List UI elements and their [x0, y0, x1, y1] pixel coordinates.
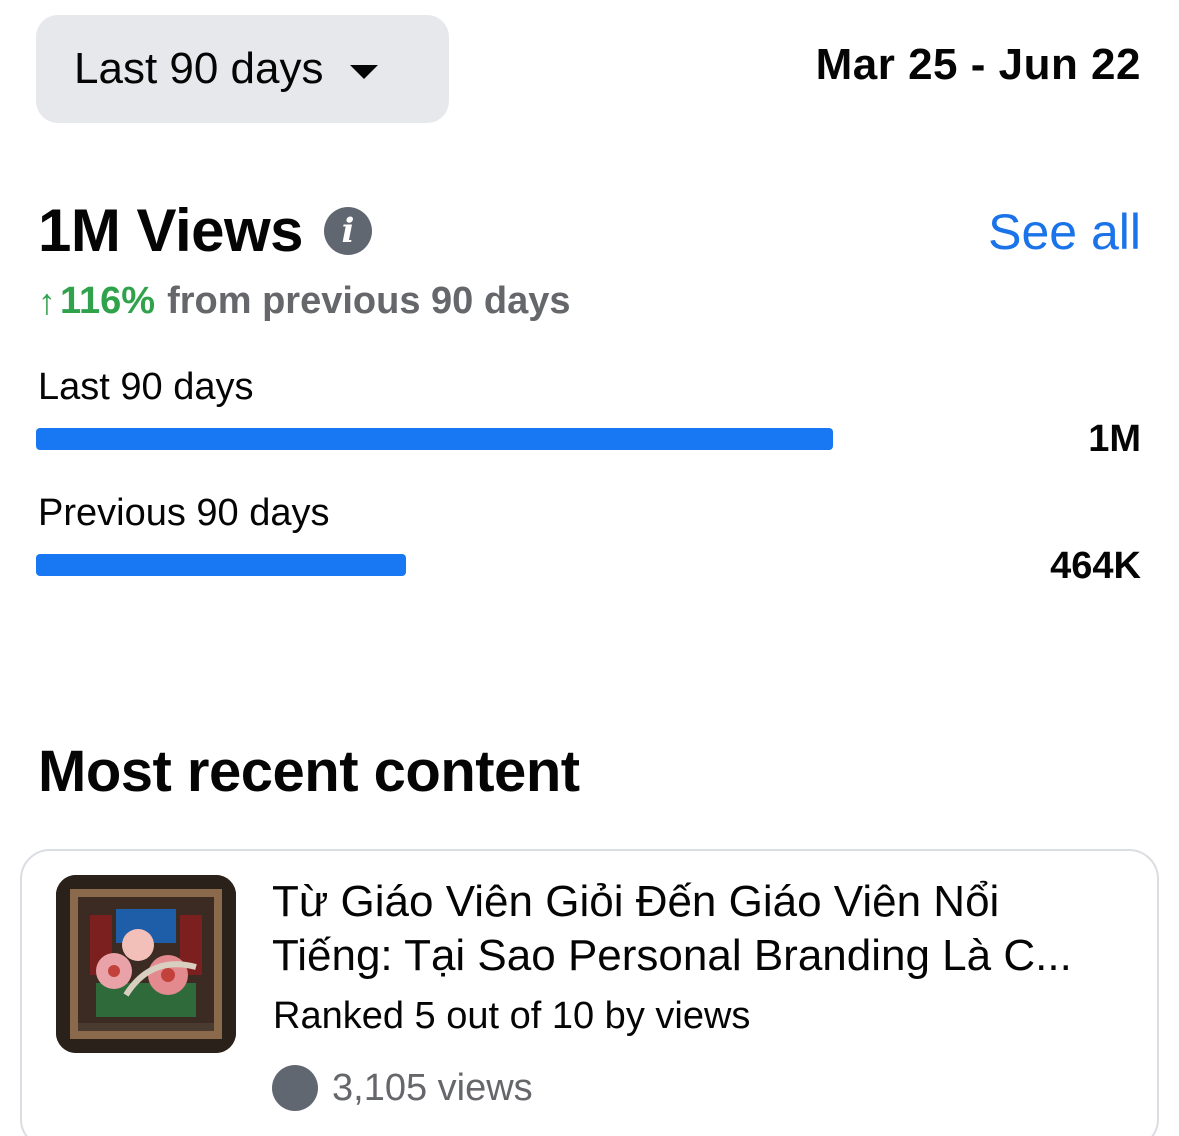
bar-label-previous: Previous 90 days	[38, 492, 330, 534]
views-delta: ↑ 116% from previous 90 days	[38, 280, 570, 323]
content-title: Từ Giáo Viên Giỏi Đến Giáo Viên Nổi Tiến…	[272, 877, 1072, 980]
caret-down-icon	[349, 65, 378, 79]
bar-label-current: Last 90 days	[38, 366, 254, 408]
info-icon[interactable]: i	[324, 207, 372, 255]
section-title: Most recent content	[38, 739, 580, 804]
views-title: 1M Views	[38, 197, 304, 264]
bar-fill-current	[36, 428, 833, 450]
bar-track-previous	[36, 554, 833, 576]
date-range-dropdown[interactable]: Last 90 days	[36, 15, 449, 123]
insights-page: Last 90 days Mar 25 - Jun 22 1M Views i …	[0, 0, 1179, 1136]
thumbnail-image	[56, 875, 236, 1053]
arrow-up-icon: ↑	[38, 280, 56, 322]
see-all-link[interactable]: See all	[988, 203, 1141, 261]
delta-text: from previous 90 days	[167, 280, 571, 322]
content-card[interactable]: Từ Giáo Viên Giỏi Đến Giáo Viên Nổi Tiến…	[20, 849, 1159, 1136]
bar-fill-previous	[36, 554, 406, 576]
date-range-text: Mar 25 - Jun 22	[815, 40, 1141, 89]
bar-value-current: 1M	[1088, 418, 1141, 460]
delta-percent: 116%	[60, 280, 156, 322]
views-dot-icon	[272, 1065, 318, 1111]
bar-track-current	[36, 428, 833, 450]
content-rank: Ranked 5 out of 10 by views	[273, 995, 751, 1037]
content-views: 3,105 views	[272, 1065, 533, 1111]
content-views-text: 3,105 views	[332, 1066, 533, 1109]
bar-value-previous: 464K	[1050, 545, 1141, 587]
content-thumbnail	[56, 875, 236, 1053]
date-range-dropdown-label: Last 90 days	[74, 44, 324, 93]
